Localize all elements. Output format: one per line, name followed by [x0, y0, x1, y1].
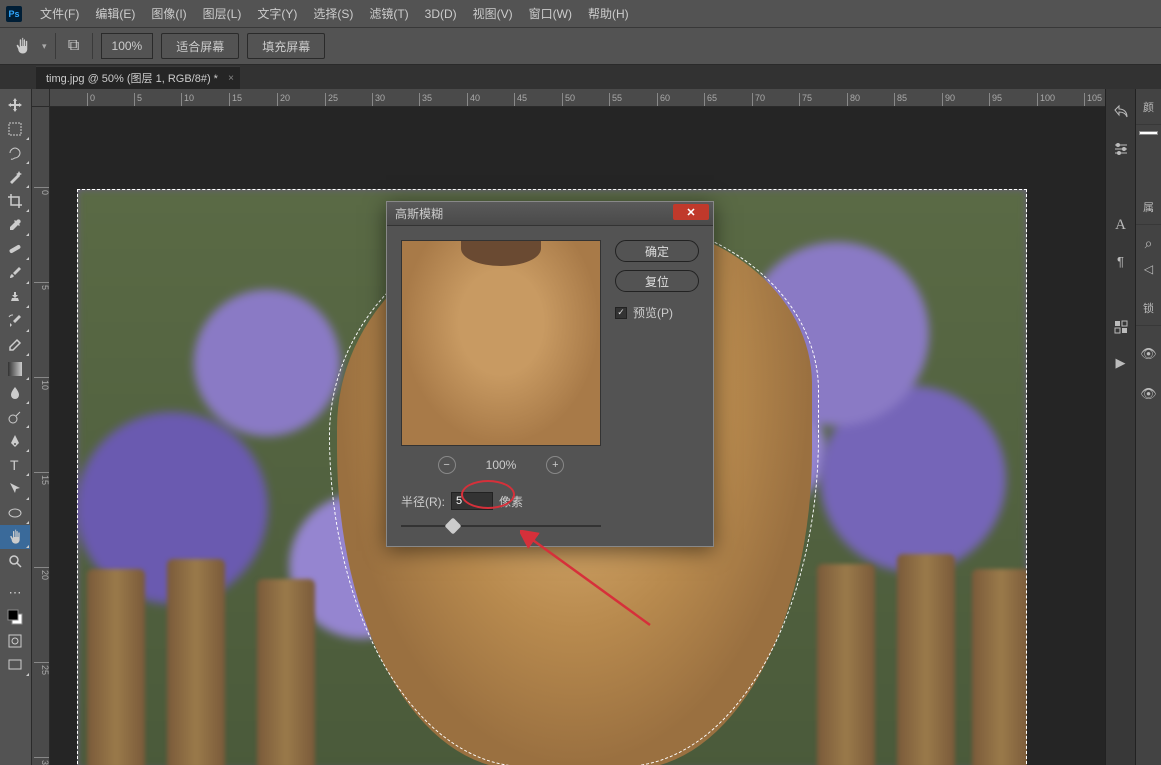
radius-slider[interactable] — [401, 520, 601, 532]
horizontal-ruler[interactable]: 0 5 10 15 20 25 30 35 40 45 50 55 60 65 … — [50, 89, 1105, 107]
options-bar: ▾ ⧉ 100% 适合屏幕 填充屏幕 — [0, 27, 1161, 65]
menu-type[interactable]: 文字(Y) — [249, 5, 305, 22]
scroll-windows-icon[interactable]: ⧉ — [64, 37, 84, 55]
eraser-tool[interactable] — [0, 333, 30, 357]
slider-thumb-icon[interactable] — [445, 518, 462, 535]
visibility-icon[interactable]: 👁 — [1136, 346, 1161, 362]
document-tab-bar: timg.jpg @ 50% (图层 1, RGB/8#) * × — [0, 65, 1161, 89]
properties-panel-icon[interactable] — [1111, 139, 1131, 159]
quick-mask-icon[interactable] — [0, 629, 30, 653]
radius-label: 半径(R): — [401, 493, 445, 510]
zoom-tool[interactable] — [0, 549, 30, 573]
zoom-out-icon[interactable]: − — [438, 456, 456, 474]
menu-help[interactable]: 帮助(H) — [580, 5, 637, 22]
ps-logo: Ps — [6, 6, 22, 22]
history-panel-icon[interactable] — [1111, 103, 1131, 123]
properties-panel-tab[interactable]: 属 — [1136, 189, 1161, 225]
marquee-tool[interactable] — [0, 117, 30, 141]
pen-tool[interactable] — [0, 429, 30, 453]
character-panel-icon[interactable]: A — [1111, 215, 1131, 235]
vertical-ruler[interactable]: 0 5 10 15 20 25 30 — [32, 107, 50, 765]
zoom-level-field[interactable]: 100% — [101, 33, 154, 59]
gradient-tool[interactable] — [0, 357, 30, 381]
right-panel-icons: A ¶ ▶ — [1105, 89, 1135, 765]
radius-input[interactable] — [451, 492, 493, 510]
preview-checkbox-label: 预览(P) — [633, 304, 673, 321]
brush-tool[interactable] — [0, 261, 30, 285]
type-tool[interactable]: T — [0, 453, 30, 477]
visibility-icon[interactable]: 👁 — [1136, 386, 1161, 402]
svg-text:T: T — [10, 457, 19, 473]
zoom-in-icon[interactable]: + — [546, 456, 564, 474]
right-panel-dock: 颜 属 ⌕ ◁ 锁 👁 👁 — [1135, 89, 1161, 765]
hand-tool-icon[interactable] — [10, 34, 34, 58]
tool-preset-dropdown-icon[interactable]: ▾ — [42, 41, 47, 52]
separator — [55, 33, 56, 59]
ok-button[interactable]: 确定 — [615, 240, 699, 262]
hand-tool[interactable] — [0, 525, 30, 549]
lasso-tool[interactable] — [0, 141, 30, 165]
ellipse-tool[interactable] — [0, 501, 30, 525]
menu-edit[interactable]: 编辑(E) — [87, 5, 143, 22]
panel-collapse-icon[interactable]: ◁ — [1136, 262, 1161, 276]
gaussian-blur-dialog: 高斯模糊 ✕ − 100% + 半径(R): 像素 确定 复位 — [386, 201, 714, 547]
clone-stamp-tool[interactable] — [0, 285, 30, 309]
path-select-tool[interactable] — [0, 477, 30, 501]
menu-filter[interactable]: 滤镜(T) — [361, 5, 416, 22]
menu-image[interactable]: 图像(I) — [143, 5, 194, 22]
menu-view[interactable]: 视图(V) — [465, 5, 521, 22]
radius-unit-label: 像素 — [499, 493, 523, 510]
reset-button[interactable]: 复位 — [615, 270, 699, 292]
crop-tool[interactable] — [0, 189, 30, 213]
ruler-corner — [32, 89, 50, 107]
search-icon[interactable]: ⌕ — [1136, 235, 1161, 252]
fit-screen-button[interactable]: 适合屏幕 — [161, 33, 239, 59]
document-tab-label: timg.jpg @ 50% (图层 1, RGB/8#) * — [46, 70, 218, 86]
tool-panel: T ⋯ — [0, 89, 32, 765]
history-brush-tool[interactable] — [0, 309, 30, 333]
close-tab-icon[interactable]: × — [228, 73, 234, 84]
dodge-tool[interactable] — [0, 405, 30, 429]
dialog-close-button[interactable]: ✕ — [673, 204, 709, 220]
blur-preview-thumbnail[interactable] — [401, 240, 601, 446]
move-tool[interactable] — [0, 93, 30, 117]
menu-3d[interactable]: 3D(D) — [417, 7, 465, 21]
dialog-title-text: 高斯模糊 — [395, 205, 443, 222]
adjustments-panel-icon[interactable] — [1111, 317, 1131, 337]
document-tab[interactable]: timg.jpg @ 50% (图层 1, RGB/8#) * × — [36, 66, 240, 89]
fill-screen-button[interactable]: 填充屏幕 — [247, 33, 325, 59]
eyedropper-tool[interactable] — [0, 213, 30, 237]
preview-zoom-level: 100% — [486, 458, 517, 472]
menu-window[interactable]: 窗口(W) — [521, 5, 580, 22]
blur-tool[interactable] — [0, 381, 30, 405]
menu-select[interactable]: 选择(S) — [305, 5, 361, 22]
preview-checkbox-row[interactable]: ✓ 预览(P) — [615, 304, 699, 321]
checkbox-checked-icon[interactable]: ✓ — [615, 307, 627, 319]
menu-layer[interactable]: 图层(L) — [195, 5, 250, 22]
edit-toolbar-icon[interactable]: ⋯ — [0, 581, 30, 605]
separator — [92, 33, 93, 59]
foreground-background-color[interactable] — [0, 605, 30, 629]
actions-panel-icon[interactable]: ▶ — [1111, 353, 1131, 373]
magic-wand-tool[interactable] — [0, 165, 30, 189]
paragraph-panel-icon[interactable]: ¶ — [1111, 251, 1131, 271]
menu-bar: Ps 文件(F) 编辑(E) 图像(I) 图层(L) 文字(Y) 选择(S) 滤… — [0, 0, 1161, 27]
screen-mode-icon[interactable] — [0, 653, 30, 677]
spot-heal-tool[interactable] — [0, 237, 30, 261]
lock-panel-tab[interactable]: 锁 — [1136, 290, 1161, 326]
menu-file[interactable]: 文件(F) — [32, 5, 87, 22]
color-panel-tab[interactable]: 颜 — [1136, 89, 1161, 125]
dialog-title-bar[interactable]: 高斯模糊 ✕ — [387, 202, 713, 226]
color-swatch[interactable] — [1139, 131, 1158, 135]
